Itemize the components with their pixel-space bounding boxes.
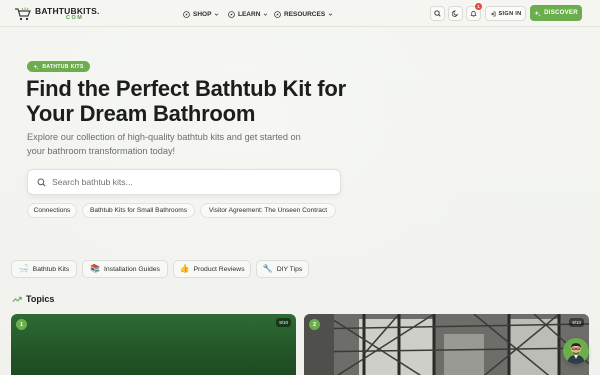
topic-card-score: 9/10 [569,318,584,327]
cart-icon [15,7,31,21]
hero-badge-label: BATHTUB KITS [42,63,84,70]
sign-in-button[interactable]: SIGN IN [485,6,526,21]
wrench-icon: 🔧 [262,264,273,273]
category-bathtub-kits[interactable]: 🛁 Bathtub Kits [11,260,77,278]
sparkles-icon [33,64,40,70]
sign-in-label: SIGN IN [498,10,522,17]
discover-button[interactable]: DISCOVER [530,5,582,21]
nav-shop[interactable]: SHOP [183,8,219,20]
bathtub-icon: 🛁 [18,264,29,273]
hero-subtitle: Explore our collection of high-quality b… [27,132,301,156]
trending-up-icon [12,296,22,302]
nav-shop-label: SHOP [193,10,212,18]
login-icon [490,11,495,16]
nav-learn-label: LEARN [238,10,261,18]
topics-heading: Topics [12,293,54,305]
suggestion-chip[interactable]: Connections [27,203,77,218]
topic-card-number: 1 [16,319,27,330]
search-input[interactable] [52,170,332,194]
chevron-down-icon [264,13,268,16]
search-box [27,169,341,195]
topics-heading-label: Topics [26,294,55,304]
site-header: BATHTUBKITS. COM SHOP LEARN RESOURCES 1 … [0,0,600,27]
search-icon [37,178,46,187]
category-product-reviews[interactable]: 👍 Product Reviews [173,260,251,278]
assistant-avatar-button[interactable] [563,338,589,364]
theme-toggle-button[interactable] [448,6,463,21]
category-label: Bathtub Kits [32,265,70,273]
category-diy-tips[interactable]: 🔧 DIY Tips [256,260,309,278]
nav-learn[interactable]: LEARN [228,8,268,20]
category-label: Installation Guides [104,265,160,273]
hero-badge: BATHTUB KITS [27,61,90,72]
suggestion-chip[interactable]: Bathtub Kits for Small Bathrooms [82,203,195,218]
topic-card[interactable]: 1 9/10 [11,314,296,375]
category-label: Product Reviews [193,265,245,273]
bell-icon [470,11,477,17]
hero-title: Find the Perfect Bathtub Kit for Your Dr… [26,76,346,126]
compass-icon [183,10,190,18]
topic-card-image [304,314,589,375]
compass-icon [274,10,281,18]
nav-resources[interactable]: RESOURCES [274,8,333,20]
brand-suffix: COM [66,15,84,21]
topic-card-number: 2 [309,319,320,330]
topic-card-score: 9/10 [276,318,291,327]
sparkles-icon [534,10,541,17]
suggestion-chip[interactable]: Visitor Agreement: The Unseen Contract [200,203,336,218]
compass-icon [228,10,235,18]
category-label: DIY Tips [276,265,303,273]
moon-icon [452,10,459,17]
nav-resources-label: RESOURCES [284,10,326,18]
avatar-icon [563,338,589,364]
category-installation-guides[interactable]: 📚 Installation Guides [82,260,168,278]
thumbs-up-icon: 👍 [179,264,190,273]
notification-count-badge: 1 [475,3,482,10]
topic-card[interactable]: 2 9/10 [304,314,589,375]
search-icon [434,10,441,17]
chevron-down-icon [328,13,333,16]
book-icon: 📚 [90,264,101,273]
discover-label: DISCOVER [544,10,578,16]
search-button[interactable] [430,6,445,21]
chevron-down-icon [215,13,219,16]
